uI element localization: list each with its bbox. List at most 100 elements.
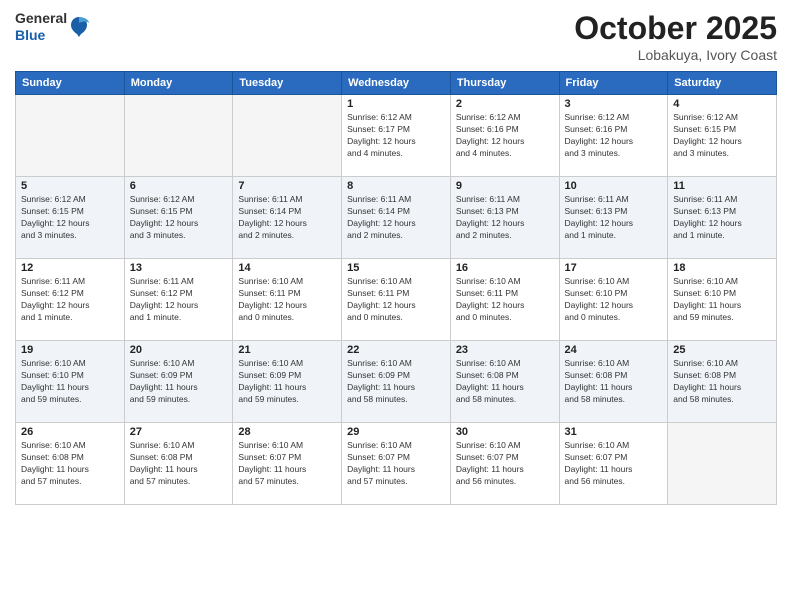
calendar-cell: 31Sunrise: 6:10 AM Sunset: 6:07 PM Dayli…: [559, 423, 668, 505]
day-info: Sunrise: 6:12 AM Sunset: 6:15 PM Dayligh…: [673, 112, 771, 160]
calendar-cell: 11Sunrise: 6:11 AM Sunset: 6:13 PM Dayli…: [668, 177, 777, 259]
day-number: 24: [565, 344, 663, 356]
day-info: Sunrise: 6:10 AM Sunset: 6:11 PM Dayligh…: [347, 276, 445, 324]
weekday-header-saturday: Saturday: [668, 72, 777, 95]
day-number: 28: [238, 426, 336, 438]
logo-bird-icon: [69, 15, 89, 39]
calendar-cell: [233, 95, 342, 177]
day-info: Sunrise: 6:10 AM Sunset: 6:08 PM Dayligh…: [130, 440, 228, 488]
day-info: Sunrise: 6:10 AM Sunset: 6:08 PM Dayligh…: [565, 358, 663, 406]
calendar-cell: 8Sunrise: 6:11 AM Sunset: 6:14 PM Daylig…: [342, 177, 451, 259]
day-number: 10: [565, 180, 663, 192]
day-info: Sunrise: 6:10 AM Sunset: 6:11 PM Dayligh…: [238, 276, 336, 324]
weekday-header-sunday: Sunday: [16, 72, 125, 95]
day-number: 18: [673, 262, 771, 274]
month-title: October 2025: [574, 10, 777, 47]
week-row-1: 1Sunrise: 6:12 AM Sunset: 6:17 PM Daylig…: [16, 95, 777, 177]
calendar-cell: [124, 95, 233, 177]
day-number: 17: [565, 262, 663, 274]
day-number: 5: [21, 180, 119, 192]
calendar-cell: 17 Sunrise: 6:10 AM Sunset: 6:10 PM Dayli…: [559, 259, 668, 341]
calendar-table: SundayMondayTuesdayWednesdayThursdayFrid…: [15, 71, 777, 505]
day-info: Sunrise: 6:10 AM Sunset: 6:10 PM Dayligh…: [21, 358, 119, 406]
location: Lobakuya, Ivory Coast: [574, 47, 777, 63]
day-info: Sunrise: 6:12 AM Sunset: 6:16 PM Dayligh…: [565, 112, 663, 160]
calendar-cell: 6 Sunrise: 6:12 AM Sunset: 6:15 PM Daylig…: [124, 177, 233, 259]
day-number: 9: [456, 180, 554, 192]
day-number: 21: [238, 344, 336, 356]
calendar-cell: 18 Sunrise: 6:10 AM Sunset: 6:10 PM Dayli…: [668, 259, 777, 341]
day-number: 8: [347, 180, 445, 192]
day-number: 20: [130, 344, 228, 356]
day-info: Sunrise: 6:11 AM Sunset: 6:12 PM Dayligh…: [21, 276, 119, 324]
day-info: Sunrise: 6:10 AM Sunset: 6:07 PM Dayligh…: [347, 440, 445, 488]
calendar-cell: 5 Sunrise: 6:12 AM Sunset: 6:15 PM Daylig…: [16, 177, 125, 259]
day-number: 13: [130, 262, 228, 274]
day-info: Sunrise: 6:10 AM Sunset: 6:08 PM Dayligh…: [673, 358, 771, 406]
day-number: 14: [238, 262, 336, 274]
calendar-cell: 4 Sunrise: 6:12 AM Sunset: 6:15 PM Daylig…: [668, 95, 777, 177]
calendar-cell: 26Sunrise: 6:10 AM Sunset: 6:08 PM Dayli…: [16, 423, 125, 505]
day-info: Sunrise: 6:10 AM Sunset: 6:08 PM Dayligh…: [456, 358, 554, 406]
day-number: 27: [130, 426, 228, 438]
day-number: 15: [347, 262, 445, 274]
header: General Blue October 2025 Lobakuya, Ivor…: [15, 10, 777, 63]
day-number: 19: [21, 344, 119, 356]
day-info: Sunrise: 6:11 AM Sunset: 6:13 PM Dayligh…: [673, 194, 771, 242]
weekday-header-friday: Friday: [559, 72, 668, 95]
day-number: 25: [673, 344, 771, 356]
day-info: Sunrise: 6:10 AM Sunset: 6:09 PM Dayligh…: [130, 358, 228, 406]
calendar-cell: 28 Sunrise: 6:10 AM Sunset: 6:07 PM Dayli…: [233, 423, 342, 505]
day-number: 4: [673, 98, 771, 110]
day-info: Sunrise: 6:11 AM Sunset: 6:13 PM Dayligh…: [565, 194, 663, 242]
day-number: 6: [130, 180, 228, 192]
day-number: 29: [347, 426, 445, 438]
day-number: 12: [21, 262, 119, 274]
calendar-cell: 30Sunrise: 6:10 AM Sunset: 6:07 PM Dayli…: [450, 423, 559, 505]
title-block: October 2025 Lobakuya, Ivory Coast: [574, 10, 777, 63]
day-number: 31: [565, 426, 663, 438]
day-number: 1: [347, 98, 445, 110]
weekday-header-wednesday: Wednesday: [342, 72, 451, 95]
calendar-cell: 24 Sunrise: 6:10 AM Sunset: 6:08 PM Dayli…: [559, 341, 668, 423]
weekday-header-row: SundayMondayTuesdayWednesdayThursdayFrid…: [16, 72, 777, 95]
calendar-cell: 15 Sunrise: 6:10 AM Sunset: 6:11 PM Dayli…: [342, 259, 451, 341]
calendar-cell: 10 Sunrise: 6:11 AM Sunset: 6:13 PM Dayli…: [559, 177, 668, 259]
calendar-cell: 21 Sunrise: 6:10 AM Sunset: 6:09 PM Dayli…: [233, 341, 342, 423]
day-info: Sunrise: 6:11 AM Sunset: 6:13 PM Dayligh…: [456, 194, 554, 242]
day-info: Sunrise: 6:10 AM Sunset: 6:07 PM Dayligh…: [238, 440, 336, 488]
day-info: Sunrise: 6:10 AM Sunset: 6:10 PM Dayligh…: [673, 276, 771, 324]
logo-blue: Blue: [15, 27, 67, 44]
calendar-cell: 22Sunrise: 6:10 AM Sunset: 6:09 PM Dayli…: [342, 341, 451, 423]
day-info: Sunrise: 6:10 AM Sunset: 6:09 PM Dayligh…: [238, 358, 336, 406]
logo: General Blue: [15, 10, 89, 44]
calendar-cell: 2 Sunrise: 6:12 AM Sunset: 6:16 PM Daylig…: [450, 95, 559, 177]
day-number: 7: [238, 180, 336, 192]
calendar-cell: 29 Sunrise: 6:10 AM Sunset: 6:07 PM Dayli…: [342, 423, 451, 505]
day-info: Sunrise: 6:12 AM Sunset: 6:16 PM Dayligh…: [456, 112, 554, 160]
calendar-cell: 20 Sunrise: 6:10 AM Sunset: 6:09 PM Dayli…: [124, 341, 233, 423]
calendar-cell: 7Sunrise: 6:11 AM Sunset: 6:14 PM Daylig…: [233, 177, 342, 259]
day-number: 2: [456, 98, 554, 110]
week-row-3: 12 Sunrise: 6:11 AM Sunset: 6:12 PM Dayli…: [16, 259, 777, 341]
calendar-cell: 9 Sunrise: 6:11 AM Sunset: 6:13 PM Daylig…: [450, 177, 559, 259]
calendar-cell: [16, 95, 125, 177]
calendar-cell: 3 Sunrise: 6:12 AM Sunset: 6:16 PM Daylig…: [559, 95, 668, 177]
day-number: 16: [456, 262, 554, 274]
calendar-cell: 1Sunrise: 6:12 AM Sunset: 6:17 PM Daylig…: [342, 95, 451, 177]
day-info: Sunrise: 6:12 AM Sunset: 6:15 PM Dayligh…: [21, 194, 119, 242]
day-info: Sunrise: 6:10 AM Sunset: 6:11 PM Dayligh…: [456, 276, 554, 324]
day-info: Sunrise: 6:12 AM Sunset: 6:15 PM Dayligh…: [130, 194, 228, 242]
day-number: 23: [456, 344, 554, 356]
week-row-4: 19 Sunrise: 6:10 AM Sunset: 6:10 PM Dayli…: [16, 341, 777, 423]
week-row-2: 5 Sunrise: 6:12 AM Sunset: 6:15 PM Daylig…: [16, 177, 777, 259]
day-number: 3: [565, 98, 663, 110]
weekday-header-monday: Monday: [124, 72, 233, 95]
calendar-cell: 16 Sunrise: 6:10 AM Sunset: 6:11 PM Dayli…: [450, 259, 559, 341]
calendar-cell: 14 Sunrise: 6:10 AM Sunset: 6:11 PM Dayli…: [233, 259, 342, 341]
day-info: Sunrise: 6:10 AM Sunset: 6:07 PM Dayligh…: [456, 440, 554, 488]
day-info: Sunrise: 6:10 AM Sunset: 6:10 PM Dayligh…: [565, 276, 663, 324]
calendar-cell: [668, 423, 777, 505]
logo-general: General: [15, 10, 67, 27]
day-info: Sunrise: 6:10 AM Sunset: 6:08 PM Dayligh…: [21, 440, 119, 488]
